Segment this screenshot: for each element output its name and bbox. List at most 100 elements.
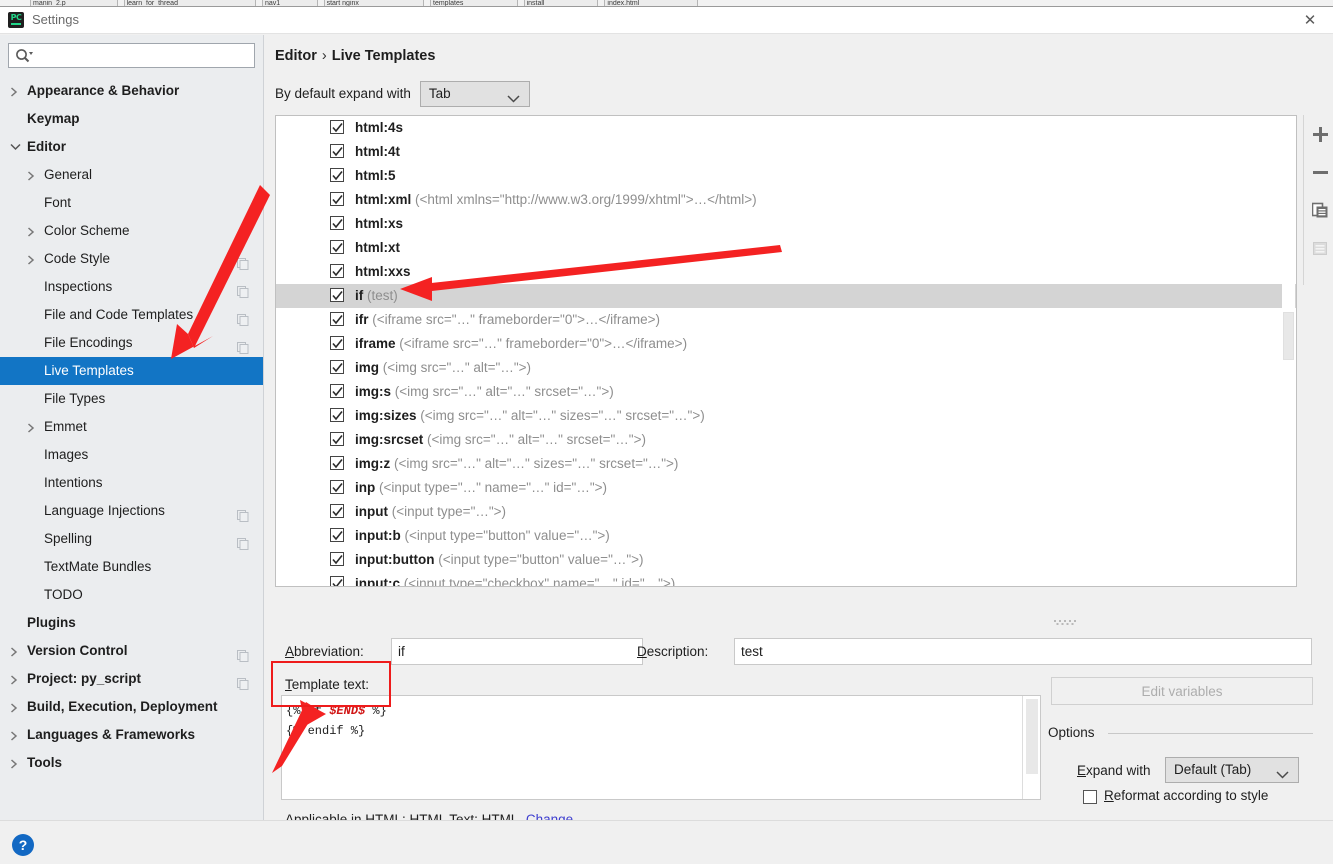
sidebar-item-plugins[interactable]: Plugins <box>0 609 263 637</box>
sidebar-item-build-execution-deployment[interactable]: Build, Execution, Deployment <box>0 693 263 721</box>
template-row[interactable]: input:c (<input type="checkbox" name="…"… <box>276 572 1296 586</box>
sidebar-item-inspections[interactable]: Inspections <box>0 273 263 301</box>
template-enabled-checkbox[interactable] <box>330 168 344 182</box>
template-row[interactable]: html:5 <box>276 164 1296 188</box>
template-enabled-checkbox[interactable] <box>330 144 344 158</box>
remove-template-button[interactable] <box>1304 153 1333 191</box>
sidebar-item-project-py-script[interactable]: Project: py_script <box>0 665 263 693</box>
abbreviation-input[interactable] <box>391 638 643 665</box>
sidebar-item-intentions[interactable]: Intentions <box>0 469 263 497</box>
sidebar-item-spelling[interactable]: Spelling <box>0 525 263 553</box>
ide-tab[interactable]: start nginx <box>323 0 424 6</box>
ide-tab[interactable]: templates <box>430 0 518 6</box>
template-row[interactable]: img:z (<img src="…" alt="…" sizes="…" sr… <box>276 452 1296 476</box>
add-template-button[interactable] <box>1304 115 1333 153</box>
templates-scrollbar[interactable] <box>1282 117 1295 585</box>
template-row[interactable]: img:sizes (<img src="…" alt="…" sizes="…… <box>276 404 1296 428</box>
sidebar-item-appearance-behavior[interactable]: Appearance & Behavior <box>0 77 263 105</box>
template-enabled-checkbox[interactable] <box>330 480 344 494</box>
chevron-right-icon[interactable] <box>25 413 39 441</box>
sidebar-item-version-control[interactable]: Version Control <box>0 637 263 665</box>
scrollbar-thumb[interactable] <box>1283 312 1294 360</box>
option-expand-with-select[interactable]: Default (Tab) <box>1165 757 1299 783</box>
template-enabled-checkbox[interactable] <box>330 312 344 326</box>
template-text-scrollbar[interactable] <box>1022 696 1040 799</box>
chevron-right-icon[interactable] <box>8 749 22 777</box>
chevron-right-icon[interactable] <box>8 77 22 105</box>
search-input[interactable] <box>37 46 250 65</box>
sidebar-item-todo[interactable]: TODO <box>0 581 263 609</box>
template-enabled-checkbox[interactable] <box>330 288 344 302</box>
template-enabled-checkbox[interactable] <box>330 384 344 398</box>
sidebar-item-file-types[interactable]: File Types <box>0 385 263 413</box>
chevron-right-icon[interactable] <box>8 721 22 749</box>
reformat-checkbox[interactable] <box>1083 790 1097 804</box>
expand-with-select[interactable]: Tab <box>419 81 530 107</box>
splitter-grip[interactable] <box>1053 613 1079 625</box>
sidebar-item-file-and-code-templates[interactable]: File and Code Templates <box>0 301 263 329</box>
template-enabled-checkbox[interactable] <box>330 192 344 206</box>
template-scrollbar-thumb[interactable] <box>1026 699 1038 774</box>
help-button[interactable]: ? <box>12 834 34 856</box>
sidebar-item-font[interactable]: Font <box>0 189 263 217</box>
chevron-right-icon[interactable] <box>25 217 39 245</box>
templates-list[interactable]: html:4s html:4t html:5 html:xml (<html xmln… <box>275 115 1297 587</box>
template-enabled-checkbox[interactable] <box>330 336 344 350</box>
close-icon[interactable]: ✕ <box>1287 7 1333 34</box>
ide-tab[interactable]: manin_2.p <box>30 0 118 6</box>
ide-tab[interactable]: nav1 <box>262 0 318 6</box>
template-enabled-checkbox[interactable] <box>330 264 344 278</box>
chevron-right-icon[interactable] <box>8 637 22 665</box>
template-text-editor[interactable]: {% if $END$ %} {% endif %} <box>281 695 1041 800</box>
ide-tab[interactable]: index.html <box>604 0 699 6</box>
sidebar-item-emmet[interactable]: Emmet <box>0 413 263 441</box>
sidebar-item-code-style[interactable]: Code Style <box>0 245 263 273</box>
chevron-right-icon[interactable] <box>8 693 22 721</box>
template-enabled-checkbox[interactable] <box>330 240 344 254</box>
sidebar-item-keymap[interactable]: Keymap <box>0 105 263 133</box>
sidebar-item-color-scheme[interactable]: Color Scheme <box>0 217 263 245</box>
template-row[interactable]: html:xs <box>276 212 1296 236</box>
sidebar-item-languages-frameworks[interactable]: Languages & Frameworks <box>0 721 263 749</box>
template-row[interactable]: iframe (<iframe src="…" frameborder="0">… <box>276 332 1296 356</box>
sidebar-item-language-injections[interactable]: Language Injections <box>0 497 263 525</box>
template-row[interactable]: html:4t <box>276 140 1296 164</box>
template-row[interactable]: input (<input type="…">) <box>276 500 1296 524</box>
template-enabled-checkbox[interactable] <box>330 360 344 374</box>
template-enabled-checkbox[interactable] <box>330 552 344 566</box>
sidebar-item-general[interactable]: General <box>0 161 263 189</box>
template-enabled-checkbox[interactable] <box>330 120 344 134</box>
template-enabled-checkbox[interactable] <box>330 528 344 542</box>
template-row[interactable]: img (<img src="…" alt="…">) <box>276 356 1296 380</box>
chevron-right-icon[interactable] <box>25 245 39 273</box>
template-group-button[interactable] <box>1304 229 1333 267</box>
template-row[interactable]: ifr (<iframe src="…" frameborder="0">…</… <box>276 308 1296 332</box>
template-enabled-checkbox[interactable] <box>330 576 344 586</box>
template-row[interactable]: html:xxs <box>276 260 1296 284</box>
edit-variables-button[interactable]: Edit variables <box>1051 677 1313 705</box>
duplicate-template-button[interactable] <box>1304 191 1333 229</box>
template-row[interactable]: img:srcset (<img src="…" alt="…" srcset=… <box>276 428 1296 452</box>
chevron-right-icon[interactable] <box>25 161 39 189</box>
template-enabled-checkbox[interactable] <box>330 504 344 518</box>
template-row[interactable]: inp (<input type="…" name="…" id="…">) <box>276 476 1296 500</box>
template-row[interactable]: input:b (<input type="button" value="…">… <box>276 524 1296 548</box>
template-row[interactable]: html:xml (<html xmlns="http://www.w3.org… <box>276 188 1296 212</box>
template-enabled-checkbox[interactable] <box>330 408 344 422</box>
template-row[interactable]: html:4s <box>276 116 1296 140</box>
sidebar-item-editor[interactable]: Editor <box>0 133 263 161</box>
sidebar-item-tools[interactable]: Tools <box>0 749 263 777</box>
template-row[interactable]: if (test) <box>276 284 1296 308</box>
sidebar-item-live-templates[interactable]: Live Templates <box>0 357 263 385</box>
chevron-down-icon[interactable] <box>8 133 22 161</box>
ide-tab[interactable]: learn_for_thread <box>123 0 256 6</box>
chevron-right-icon[interactable] <box>8 665 22 693</box>
breadcrumb-parent[interactable]: Editor <box>275 48 317 64</box>
template-enabled-checkbox[interactable] <box>330 456 344 470</box>
template-row[interactable]: img:s (<img src="…" alt="…" srcset="…">) <box>276 380 1296 404</box>
search-box[interactable] <box>8 43 255 68</box>
template-enabled-checkbox[interactable] <box>330 432 344 446</box>
sidebar-item-file-encodings[interactable]: File Encodings <box>0 329 263 357</box>
sidebar-item-images[interactable]: Images <box>0 441 263 469</box>
template-enabled-checkbox[interactable] <box>330 216 344 230</box>
